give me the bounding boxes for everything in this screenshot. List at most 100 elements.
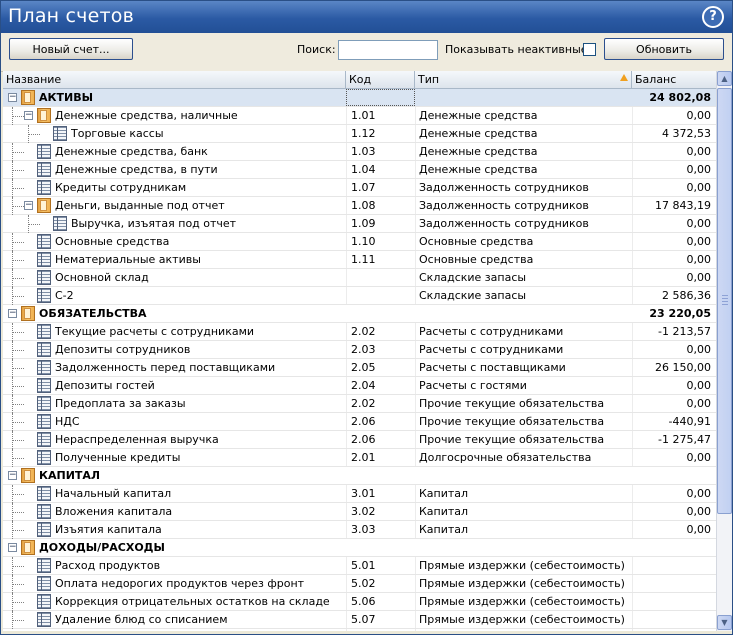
account-code: 5.07: [351, 613, 376, 626]
account-row[interactable]: Вложения капитала 3.02 Капитал 0,00: [3, 503, 716, 521]
account-code: 2.06: [351, 415, 376, 428]
scroll-up-icon[interactable]: ▲: [717, 71, 732, 86]
window-title: План счетов: [8, 5, 134, 27]
account-type: Расчеты с гостями: [419, 379, 527, 392]
account-row[interactable]: Начальный капитал 3.01 Капитал 0,00: [3, 485, 716, 503]
grip-line: [722, 295, 728, 296]
new-account-button[interactable]: Новый счет...: [9, 38, 133, 60]
account-balance: -1 275,47: [658, 433, 711, 446]
account-balance: 23 220,05: [649, 307, 711, 320]
account-row[interactable]: Депозиты гостей 2.04 Расчеты с гостями 0,00: [3, 377, 716, 395]
account-row[interactable]: Предоплата за заказы 2.02 Прочие текущие о…: [3, 395, 716, 413]
account-name: Торговые кассы: [71, 127, 164, 140]
account-type: Задолженность сотрудников: [419, 217, 589, 230]
tree-connector: [12, 449, 13, 467]
column-header-name[interactable]: Название: [3, 71, 346, 88]
tree-connector: [12, 260, 24, 261]
tree-connector: [12, 584, 24, 585]
account-name: Выручка, изъятая под отчет: [71, 217, 237, 230]
account-row[interactable]: НДС 2.06 Прочие текущие обязательства -440,…: [3, 413, 716, 431]
refresh-button[interactable]: Обновить: [604, 38, 724, 60]
account-row[interactable]: Изъятия капитала 3.03 Капитал 0,00: [3, 521, 716, 539]
tree-connector: [28, 125, 29, 143]
account-row[interactable]: Расход продуктов 5.01 Прямые издержки (себ…: [3, 557, 716, 575]
collapse-icon[interactable]: −: [8, 471, 17, 480]
collapse-icon[interactable]: −: [24, 111, 33, 120]
account-type: Расчеты с поставщиками: [419, 361, 566, 374]
collapse-icon[interactable]: −: [8, 309, 17, 318]
help-icon[interactable]: ?: [702, 6, 724, 28]
account-row[interactable]: Торговые кассы 1.12 Денежные средства 4 372…: [3, 125, 716, 143]
account-code: 2.06: [351, 433, 376, 446]
account-group-row[interactable]: − ОБЯЗАТЕЛЬСТВА 23 220,05: [3, 305, 716, 323]
account-balance: 0,00: [686, 109, 712, 122]
account-balance: 0,00: [686, 253, 712, 266]
account-row[interactable]: − Денежные средства, наличные 1.01 Денежные…: [3, 107, 716, 125]
search-input[interactable]: [338, 40, 438, 60]
account-code: [351, 89, 417, 106]
account-name: АКТИВЫ: [39, 91, 93, 104]
show-inactive-checkbox[interactable]: [583, 43, 596, 56]
collapse-icon[interactable]: −: [8, 543, 17, 552]
account-row[interactable]: Кредиты сотрудникам 1.07 Задолженность сот…: [3, 179, 716, 197]
account-balance: 0,00: [686, 397, 712, 410]
account-type: Денежные средства: [419, 109, 538, 122]
collapse-icon[interactable]: −: [8, 93, 17, 102]
account-row[interactable]: Основные средства 1.10 Основные средства 0,…: [3, 233, 716, 251]
vertical-scrollbar[interactable]: ▲ ▼: [716, 71, 732, 631]
account-balance: 0,00: [686, 163, 712, 176]
account-row[interactable]: Основной склад Складские запасы 0,00: [3, 269, 716, 287]
account-name: Расход продуктов: [55, 559, 161, 572]
account-type: Основные средства: [419, 253, 534, 266]
account-row[interactable]: Текущие расчеты с сотрудниками 2.02 Расчет…: [3, 323, 716, 341]
column-header-balance[interactable]: Баланс: [632, 71, 716, 88]
scroll-thumb[interactable]: [717, 88, 732, 514]
tree-connector: [12, 611, 13, 629]
ledger-icon: [37, 342, 51, 357]
account-row[interactable]: Выручка, изъятая под отчет 1.09 Задолженно…: [3, 215, 716, 233]
account-group-row[interactable]: − ДОХОДЫ/РАСХОДЫ: [3, 539, 716, 557]
folder-icon: [21, 468, 35, 483]
account-group-row[interactable]: − АКТИВЫ 24 802,08: [3, 89, 716, 107]
account-balance: [633, 557, 711, 574]
tree-connector: [12, 386, 24, 387]
account-row[interactable]: Денежные средства, в пути 1.04 Денежные ср…: [3, 161, 716, 179]
account-type: Денежные средства: [419, 127, 538, 140]
account-balance: 0,00: [686, 523, 712, 536]
tree-connector: [12, 422, 24, 423]
account-name: Нематериальные активы: [55, 253, 201, 266]
account-row[interactable]: Задолженность перед поставщиками 2.05 Расч…: [3, 359, 716, 377]
tree-connector: [12, 395, 13, 413]
folder-icon: [21, 540, 35, 555]
account-group-row[interactable]: − КАПИТАЛ: [3, 467, 716, 485]
account-row[interactable]: Удаление блюд со списанием 5.07 Прямые изд…: [3, 611, 716, 629]
column-header-code[interactable]: Код: [346, 71, 415, 88]
account-balance: 17 843,19: [655, 199, 711, 212]
account-row[interactable]: Оплата недорогих продуктов через фронт 5.…: [3, 575, 716, 593]
account-row[interactable]: Коррекция отрицательных остатков на скла…: [3, 593, 716, 611]
account-row[interactable]: Нераспределенная выручка 2.06 Прочие текущ…: [3, 431, 716, 449]
account-name: Коррекция отрицательных остатков на скла…: [55, 595, 330, 608]
tree-connector: [28, 224, 40, 225]
account-row[interactable]: Нематериальные активы 1.11 Основные средст…: [3, 251, 716, 269]
account-row[interactable]: Полученные кредиты 2.01 Долгосрочные обяза…: [3, 449, 716, 467]
account-type: Прямые издержки (себестоимость): [419, 595, 625, 608]
account-code: 1.11: [351, 253, 376, 266]
scroll-down-icon[interactable]: ▼: [717, 615, 732, 630]
tree-connector: [12, 602, 24, 603]
account-row[interactable]: Депозиты сотрудников 2.03 Расчеты с сотруд…: [3, 341, 716, 359]
ledger-icon: [37, 432, 51, 447]
tree-connector: [12, 620, 24, 621]
account-balance: 0,00: [686, 451, 712, 464]
tree-connector: [12, 404, 24, 405]
ledger-icon: [37, 612, 51, 627]
collapse-icon[interactable]: −: [24, 201, 33, 210]
account-row[interactable]: Денежные средства, банк 1.03 Денежные сред…: [3, 143, 716, 161]
account-row[interactable]: С-2 Складские запасы 2 586,36: [3, 287, 716, 305]
column-header-type[interactable]: Тип: [415, 71, 632, 88]
account-row[interactable]: − Деньги, выданные под отчет 1.08 Задолженн…: [3, 197, 716, 215]
tree-connector: [12, 341, 13, 359]
account-type: Прямые издержки (себестоимость): [419, 613, 625, 626]
tree-connector: [12, 323, 13, 341]
tree-connector: [12, 287, 13, 305]
